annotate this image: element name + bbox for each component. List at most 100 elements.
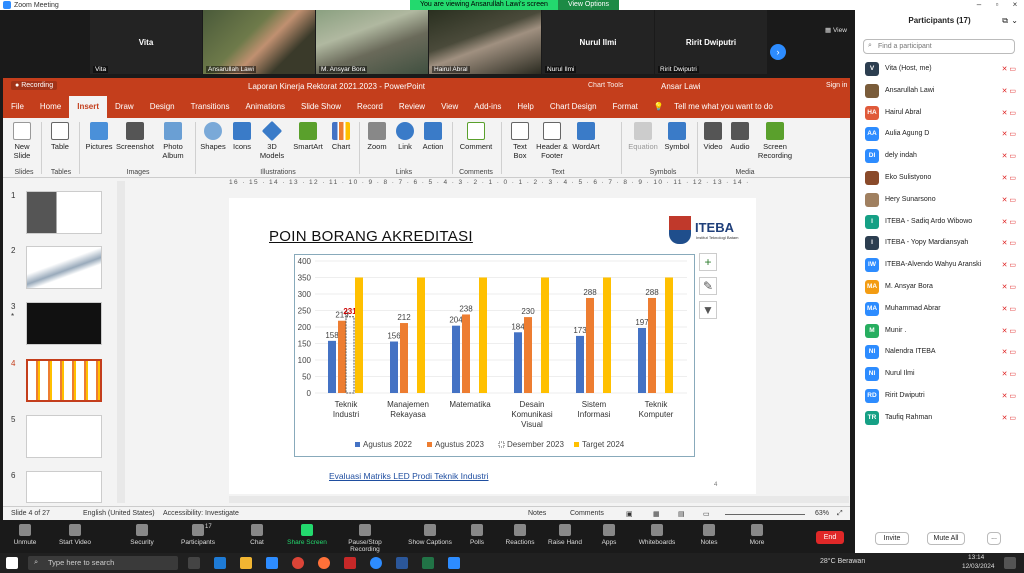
tell-me-box[interactable]: 💡 Tell me what you want to do: [646, 96, 789, 118]
zoom-slider[interactable]: [725, 514, 805, 515]
chrome-icon[interactable]: [292, 557, 304, 569]
participant-row[interactable]: M Munir . ✕ ▭: [863, 321, 1018, 341]
firefox-icon[interactable]: [318, 557, 330, 569]
screen-recording-button[interactable]: Screen Recording: [755, 122, 795, 160]
photo-album-button[interactable]: Photo Album: [156, 122, 190, 160]
screenshot-button[interactable]: Screenshot: [115, 122, 155, 151]
participant-row[interactable]: V Vita (Host, me) ✕ ▭: [863, 59, 1018, 79]
toolbar-whiteboards-button[interactable]: Whiteboards: [632, 524, 682, 546]
link-button[interactable]: Link: [392, 122, 418, 151]
mail-icon[interactable]: [266, 557, 278, 569]
slide-thumbnail[interactable]: [26, 415, 102, 458]
bar-chart[interactable]: 050100150200250300350400158219231Teknik I…: [295, 255, 696, 458]
toolbar-unmute-button[interactable]: Unmute: [0, 524, 50, 546]
tab-transitions[interactable]: Transitions: [183, 96, 238, 118]
video-tile[interactable]: Nurul Ilmi Nurul Ilmi: [542, 10, 654, 74]
tab-chart-design[interactable]: Chart Design: [542, 96, 605, 118]
video-tile[interactable]: Ririt Dwiputri Ririt Dwiputri: [655, 10, 767, 74]
user-name[interactable]: Ansar Lawi: [661, 82, 701, 91]
windows-start-icon[interactable]: [6, 557, 18, 569]
video-tile[interactable]: M. Ansyar Bora: [316, 10, 428, 74]
video-tile[interactable]: Hairul Abral: [429, 10, 541, 74]
participant-row[interactable]: DI dely indah ✕ ▭: [863, 146, 1018, 166]
participant-row[interactable]: Eko Sulistyono ✕ ▭: [863, 168, 1018, 188]
slide-thumbnail[interactable]: [26, 191, 102, 234]
chart-styles-icon[interactable]: ✎: [699, 277, 717, 295]
slide-thumbnail-selected[interactable]: [26, 359, 102, 402]
equation-button[interactable]: Equation: [625, 122, 661, 151]
audio-button[interactable]: Audio: [727, 122, 753, 151]
action-button[interactable]: Action: [419, 122, 447, 151]
slide-sorter-icon[interactable]: ▦: [653, 510, 660, 518]
toolbar-show-captions-button[interactable]: Show Captions: [405, 524, 455, 546]
accessibility-status[interactable]: Accessibility: Investigate: [163, 510, 239, 517]
participant-row[interactable]: TR Taufiq Rahman ✕ ▭: [863, 408, 1018, 428]
participant-row[interactable]: MA Muhammad Abrar ✕ ▭: [863, 299, 1018, 319]
toolbar-security-button[interactable]: Security: [117, 524, 167, 546]
maximize-icon[interactable]: ▫: [988, 0, 1006, 10]
tab-design[interactable]: Design: [142, 96, 183, 118]
sign-in-link[interactable]: Sign in: [826, 82, 847, 89]
participant-row[interactable]: RD Ririt Dwiputri ✕ ▭: [863, 386, 1018, 406]
participant-row[interactable]: NI Nurul Ilmi ✕ ▭: [863, 364, 1018, 384]
pictures-button[interactable]: Pictures: [83, 122, 115, 151]
chart-filters-icon[interactable]: ▼: [699, 301, 717, 319]
next-page-icon[interactable]: ›: [770, 44, 786, 60]
toolbar-raise-hand-button[interactable]: Raise Hand: [540, 524, 590, 546]
toolbar-apps-button[interactable]: Apps: [584, 524, 634, 546]
table-button[interactable]: Table: [47, 122, 73, 151]
recording-badge[interactable]: ● Recording: [11, 81, 58, 90]
language-status[interactable]: English (United States): [83, 510, 155, 517]
video-tile[interactable]: Ansarullah Lawi: [203, 10, 315, 74]
zoom-level[interactable]: 63%: [815, 510, 829, 517]
tab-add-ins[interactable]: Add-ins: [466, 96, 509, 118]
fit-slide-icon[interactable]: ⤢: [837, 510, 843, 518]
video-tile[interactable]: Vita Vita: [90, 10, 202, 74]
popout-icon[interactable]: ⧉: [1002, 16, 1008, 26]
participant-row[interactable]: I ITEBA - Yopy Mardiansyah ✕ ▭: [863, 233, 1018, 253]
close-icon[interactable]: ×: [1006, 0, 1024, 10]
slide-canvas[interactable]: POIN BORANG AKREDITASI ITEBA Institut Te…: [229, 198, 756, 494]
slide-title[interactable]: POIN BORANG AKREDITASI: [269, 228, 473, 245]
slide-thumbnail[interactable]: [26, 471, 102, 503]
reading-view-icon[interactable]: ▤: [678, 510, 685, 518]
notes-button[interactable]: Notes: [528, 510, 546, 517]
icons-button[interactable]: Icons: [229, 122, 255, 151]
slide-thumbnail[interactable]: [26, 302, 102, 345]
participant-row[interactable]: NI Nalendra ITEBA ✕ ▭: [863, 342, 1018, 362]
tab-help[interactable]: Help: [509, 96, 541, 118]
toolbar-start-video-button[interactable]: Start Video: [50, 524, 100, 546]
participant-row[interactable]: Ansarullah Lawi ✕ ▭: [863, 81, 1018, 101]
shapes-button[interactable]: Shapes: [199, 122, 227, 151]
chrome-profile-icon[interactable]: [370, 557, 382, 569]
tab-draw[interactable]: Draw: [107, 96, 142, 118]
taskbar-search-input[interactable]: ⌕ Type here to search: [28, 556, 178, 570]
slide-horizontal-scrollbar[interactable]: [229, 496, 849, 503]
task-view-icon[interactable]: [188, 557, 200, 569]
participant-search-input[interactable]: ⌕ Find a participant: [863, 39, 1015, 54]
notification-icon[interactable]: [1004, 557, 1016, 569]
file-explorer-icon[interactable]: [240, 557, 252, 569]
chart-button[interactable]: Chart: [328, 122, 354, 151]
tab-insert[interactable]: Insert: [69, 96, 108, 118]
chart-container[interactable]: 0 50 100 150 200 250 300 350 400 158 219 231 Teknik I…: [294, 254, 695, 457]
tab-home[interactable]: Home: [32, 96, 69, 118]
normal-view-icon[interactable]: ▣: [626, 510, 633, 518]
tab-record[interactable]: Record: [349, 96, 391, 118]
tab-format[interactable]: Format: [605, 96, 646, 118]
participant-row[interactable]: Hery Sunarsono ✕ ▭: [863, 190, 1018, 210]
toolbar-more-button[interactable]: More: [732, 524, 782, 546]
participant-row[interactable]: I ITEBA - Sadiq Ardo Wibowo ✕ ▭: [863, 212, 1018, 232]
slideshow-view-icon[interactable]: ▭: [703, 510, 710, 518]
toolbar-participants-button[interactable]: 17 Participants: [173, 524, 223, 546]
tab-review[interactable]: Review: [391, 96, 433, 118]
slide-thumbnail[interactable]: [26, 246, 102, 289]
close-panel-icon[interactable]: ⌄: [1011, 16, 1018, 25]
tab-slide-show[interactable]: Slide Show: [293, 96, 349, 118]
tab-file[interactable]: File: [3, 96, 32, 118]
minimize-icon[interactable]: –: [970, 0, 988, 10]
participant-row[interactable]: AA Aulia Agung D ✕ ▭: [863, 124, 1018, 144]
text-box-button[interactable]: Text Box: [506, 122, 534, 160]
toolbar-pause-stop-recording-button[interactable]: Pause/Stop Recording: [340, 524, 390, 553]
mute-all-button[interactable]: Mute All: [927, 532, 965, 545]
